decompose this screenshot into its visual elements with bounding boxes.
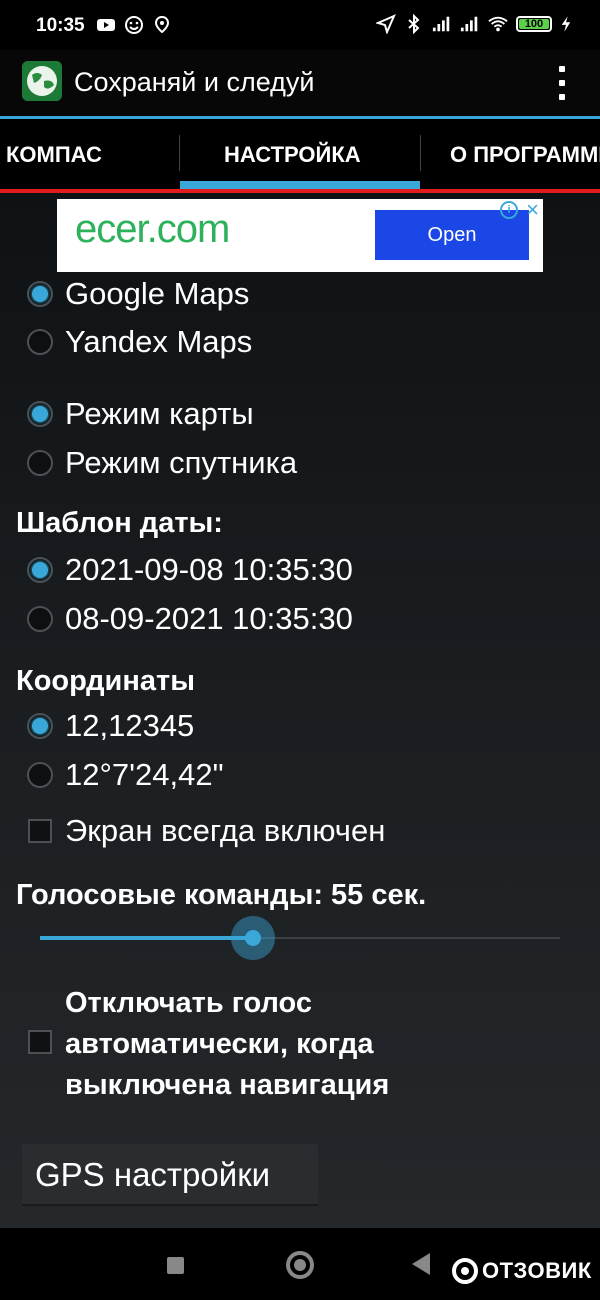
back-button[interactable]	[412, 1253, 430, 1275]
radio-button[interactable]	[27, 557, 53, 583]
checkbox-screen-always-on[interactable]: Экран всегда включен	[0, 810, 600, 854]
checkbox[interactable]	[28, 819, 52, 843]
tab-divider	[179, 135, 180, 171]
auto-voice-off-label: Отключать голос автоматически, когда вык…	[65, 983, 389, 1106]
checkbox-label: Экран всегда включен	[65, 813, 386, 848]
radio-button[interactable]	[27, 606, 53, 632]
radio-label: 12°7'24,42"	[65, 757, 224, 792]
otzovik-logo-icon	[452, 1258, 478, 1284]
system-icons: 100	[376, 14, 572, 34]
settings-content: ecer.com Open i × Google Maps Yandex Map…	[0, 193, 600, 1228]
tab-settings[interactable]: НАСТРОЙКА	[224, 119, 361, 189]
auto-voice-off-line-3: выключена навигация	[65, 1069, 390, 1101]
app-globe-icon	[22, 61, 62, 101]
date-template-header: Шаблон даты:	[16, 507, 223, 539]
watermark-text: ОТЗОВИК	[482, 1258, 592, 1283]
voice-commands-header: Голосовые команды: 55 сек.	[16, 879, 427, 911]
radio-date-format-dmy[interactable]: 08-09-2021 10:35:30	[0, 596, 600, 640]
home-button[interactable]	[286, 1251, 314, 1279]
radio-label: 08-09-2021 10:35:30	[65, 601, 353, 636]
gps-settings-button[interactable]: GPS настройки	[22, 1144, 318, 1206]
radio-button[interactable]	[27, 713, 53, 739]
wifi-icon	[488, 16, 508, 32]
overflow-menu-button[interactable]	[552, 66, 572, 100]
notification-icons	[96, 15, 172, 35]
ad-info-icon[interactable]: i	[500, 201, 518, 219]
tab-divider	[420, 135, 421, 171]
radio-map-mode[interactable]: Режим карты	[0, 391, 600, 435]
tab-selected-indicator	[180, 181, 420, 189]
auto-voice-off-line-2: автоматически, когда	[65, 1028, 374, 1060]
ad-brand-logo: ecer.com	[75, 207, 230, 251]
radio-coord-dms[interactable]: 12°7'24,42"	[0, 752, 600, 796]
radio-google-maps[interactable]: Google Maps	[0, 271, 600, 315]
battery-icon: 100	[516, 16, 552, 32]
ad-close-icon[interactable]: ×	[526, 199, 539, 221]
tab-about[interactable]: О ПРОГРАММЕ	[450, 119, 600, 189]
app-title: Сохраняй и следуй	[74, 67, 315, 97]
charging-icon	[561, 16, 571, 32]
tab-compass[interactable]: КОМПАС	[6, 119, 102, 189]
status-bar: 10:35 100	[0, 0, 600, 50]
smiley-icon	[125, 16, 143, 34]
action-bar: Сохраняй и следуй	[0, 50, 600, 116]
navigation-arrow-icon	[376, 14, 396, 34]
radio-label: Google Maps	[65, 276, 250, 311]
radio-label: Режим спутника	[65, 445, 298, 480]
radio-button[interactable]	[27, 762, 53, 788]
checkbox-auto-voice-off[interactable]	[28, 1030, 52, 1054]
radio-button[interactable]	[27, 450, 53, 476]
youtube-icon	[97, 19, 115, 31]
radio-button[interactable]	[27, 401, 53, 427]
radio-label: Yandex Maps	[65, 324, 253, 359]
radio-satellite-mode[interactable]: Режим спутника	[0, 440, 600, 484]
tab-bar: КОМПАС НАСТРОЙКА О ПРОГРАММЕ	[0, 119, 600, 189]
status-time: 10:35	[36, 15, 85, 36]
signal-icon	[432, 16, 450, 32]
location-pin-icon	[154, 15, 170, 34]
radio-date-format-iso[interactable]: 2021-09-08 10:35:30	[0, 547, 600, 591]
battery-level: 100	[524, 18, 544, 30]
radio-label: Режим карты	[65, 396, 254, 431]
radio-coord-decimal[interactable]: 12,12345	[0, 703, 600, 747]
system-navigation-bar: ОТЗОВИК	[0, 1228, 600, 1300]
otzovik-watermark: ОТЗОВИК	[452, 1258, 592, 1284]
recents-button[interactable]	[167, 1257, 184, 1274]
radio-button[interactable]	[27, 281, 53, 307]
coordinates-header: Координаты	[16, 665, 195, 697]
radio-label: 12,12345	[65, 708, 195, 743]
signal-icon-2	[460, 16, 478, 32]
radio-label: 2021-09-08 10:35:30	[65, 552, 353, 587]
radio-button[interactable]	[27, 329, 53, 355]
ad-banner[interactable]: ecer.com Open i ×	[57, 199, 543, 272]
bluetooth-icon	[408, 14, 420, 34]
radio-yandex-maps[interactable]: Yandex Maps	[0, 319, 600, 363]
voice-slider-fill	[40, 936, 254, 940]
auto-voice-off-line-1: Отключать голос	[65, 987, 312, 1019]
